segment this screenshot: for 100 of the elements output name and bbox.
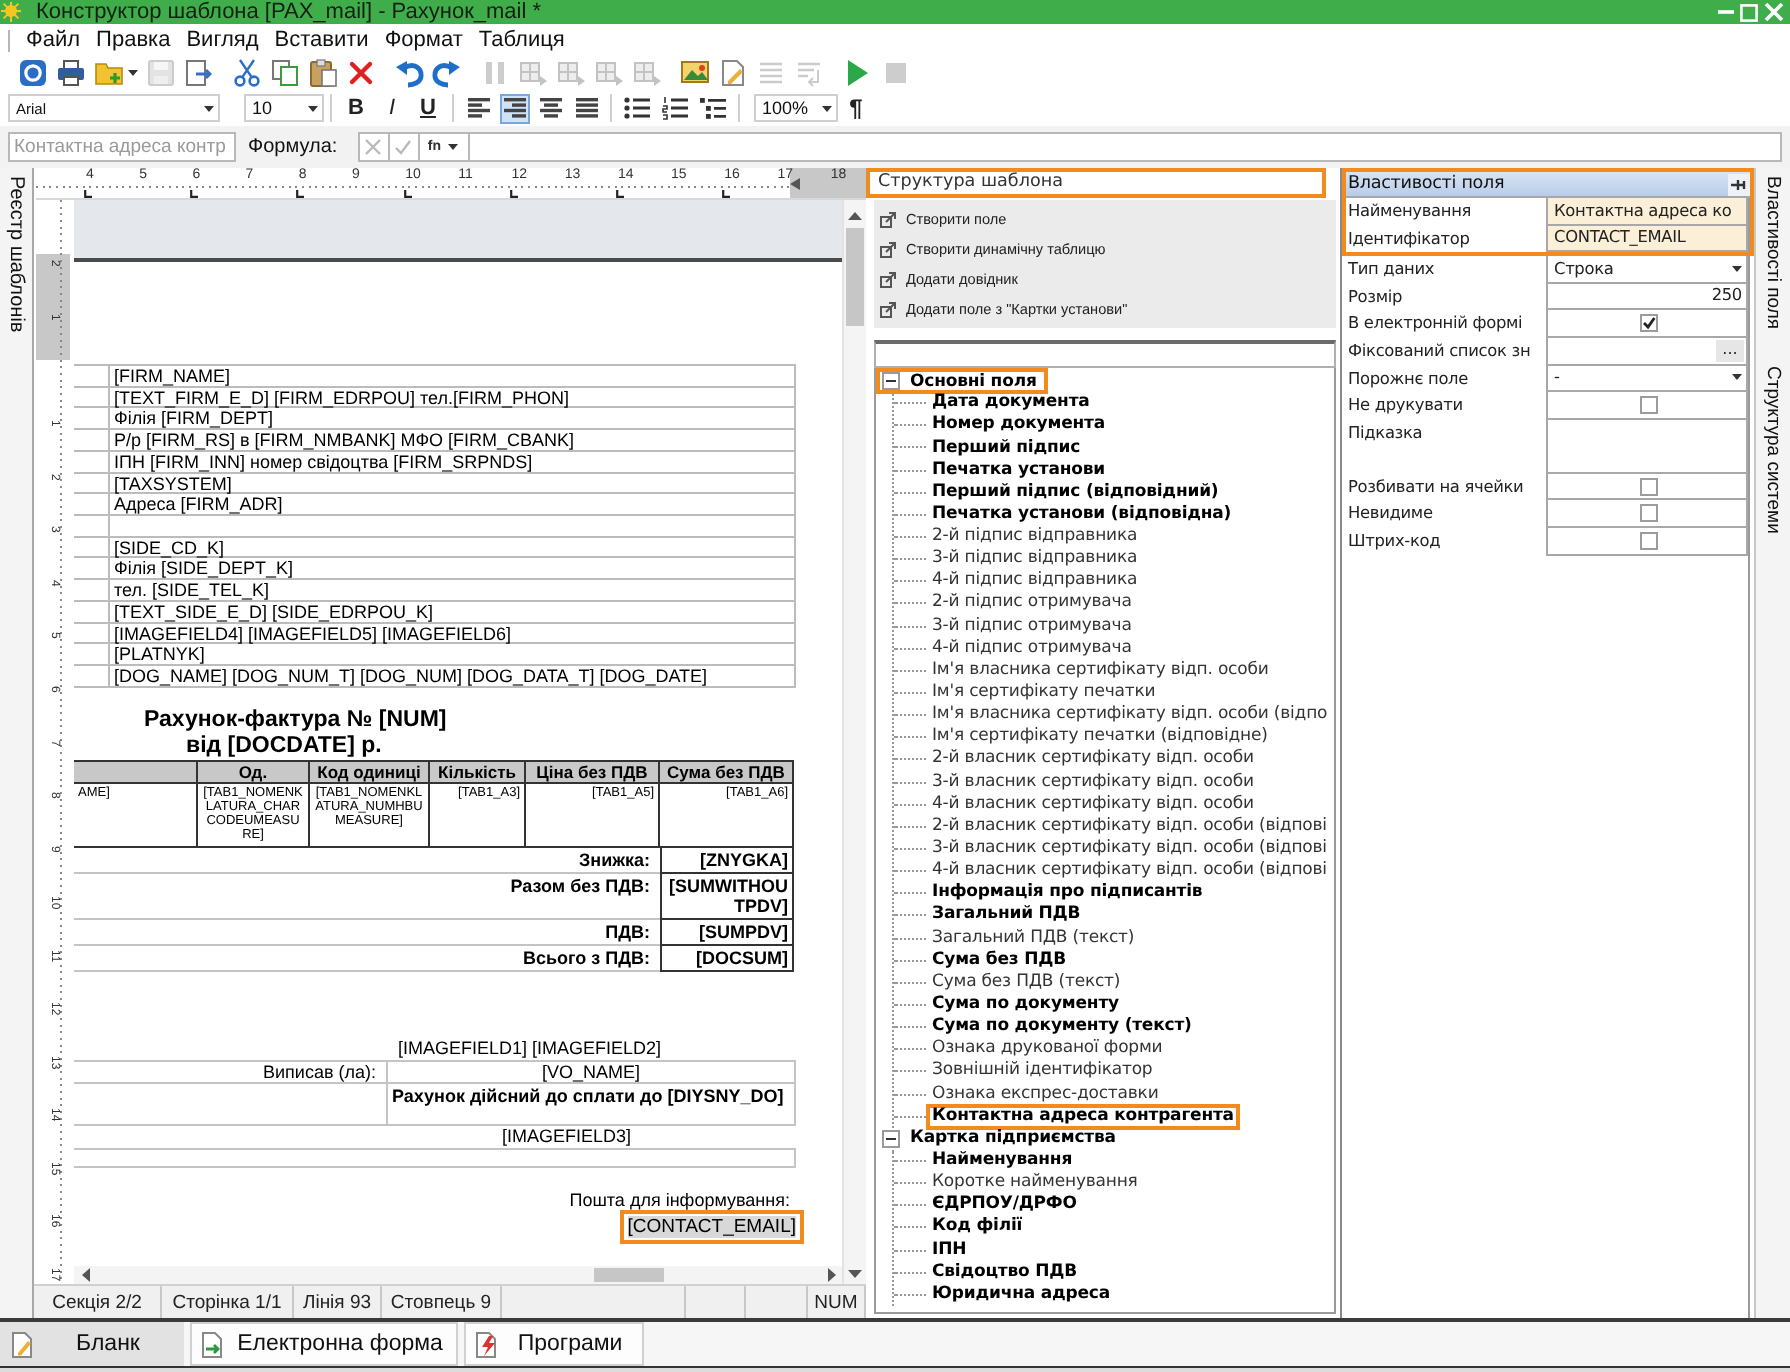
tree-item[interactable]: 4-й підпис отримувача xyxy=(926,635,1138,662)
tree-item[interactable]: 4-й власник сертифікату відп. особи (відпові xyxy=(926,858,1333,885)
zoom-dropdown[interactable]: 100% xyxy=(754,94,838,122)
property-field[interactable]: 250 xyxy=(1546,283,1748,311)
folder-icon[interactable] xyxy=(94,58,124,88)
bottom-tab[interactable]: Програми xyxy=(464,1322,644,1366)
collapse-icon[interactable] xyxy=(882,1129,900,1148)
tree-item[interactable]: Картка підприємства xyxy=(876,1125,1128,1152)
scissors-icon[interactable] xyxy=(232,58,262,88)
outline-list-icon[interactable] xyxy=(700,96,726,120)
menu-item[interactable]: Файл xyxy=(18,28,89,52)
bottom-tab[interactable]: Електронна форма xyxy=(190,1322,458,1366)
scroll-thumb[interactable] xyxy=(846,228,864,326)
lens-icon[interactable] xyxy=(18,58,48,88)
menu-item[interactable]: Правка xyxy=(88,28,179,52)
tree-item[interactable]: Ознака експрес-доставки xyxy=(926,1081,1165,1108)
pin-icon[interactable] xyxy=(1728,173,1750,195)
side-tab[interactable]: Властивості поля xyxy=(1762,176,1784,330)
tree-item[interactable]: Перший підпис (відповідний) xyxy=(926,479,1225,506)
checkbox[interactable] xyxy=(1639,477,1657,496)
redo-icon[interactable] xyxy=(432,58,462,88)
side-tab[interactable]: Структура системи xyxy=(1762,365,1784,533)
bottom-tab[interactable]: Бланк xyxy=(0,1322,184,1366)
side-tab[interactable]: Реєстр шаблонів xyxy=(5,176,27,333)
tree-item[interactable]: Зовнішній ідентифікатор xyxy=(926,1058,1159,1085)
menu-item[interactable]: Формат xyxy=(376,28,471,52)
italic-button[interactable]: I xyxy=(377,93,407,123)
tree-item[interactable]: Ім'я власника сертифікату відп. особи (відпо xyxy=(926,702,1334,729)
collapse-icon[interactable] xyxy=(882,372,900,391)
paragraph-button[interactable]: ¶ xyxy=(841,93,871,123)
menu-item[interactable]: Таблиця xyxy=(470,28,573,52)
align-right-button[interactable] xyxy=(499,93,529,123)
tree-item[interactable]: 4-й власник сертифікату відп. особи xyxy=(926,791,1260,818)
picture-icon[interactable] xyxy=(680,58,710,88)
scroll-thumb[interactable] xyxy=(594,1268,664,1282)
tree-item[interactable]: 2-й власник сертифікату відп. особи (відпові xyxy=(926,813,1333,840)
checkbox[interactable] xyxy=(1639,504,1657,523)
property-field[interactable]: Контактна адреса ко xyxy=(1546,198,1748,226)
tree-item[interactable]: Коротке найменування xyxy=(926,1170,1144,1197)
caret-icon[interactable] xyxy=(128,70,138,76)
close-icon[interactable] xyxy=(1764,2,1784,22)
tree-item[interactable]: Сума без ПДВ xyxy=(926,947,1072,974)
tree-item[interactable]: Сума без ПДВ (текст) xyxy=(926,969,1127,996)
clipboard-icon[interactable] xyxy=(308,58,338,88)
numbered-list-icon[interactable] xyxy=(662,96,688,120)
tree-item[interactable]: Печатка установи xyxy=(926,457,1112,484)
tree-item[interactable]: Сума по документу (текст) xyxy=(926,1014,1198,1041)
tree-item[interactable]: 2-й власник сертифікату відп. особи xyxy=(926,746,1260,773)
underline-button[interactable]: U xyxy=(413,93,443,123)
font-size-dropdown[interactable]: 10 xyxy=(244,94,324,122)
tree-item[interactable]: Основні поля xyxy=(876,368,1049,395)
tree-item[interactable]: 3-й власник сертифікату відп. особи xyxy=(926,769,1260,796)
tree-item[interactable]: ІПН xyxy=(926,1237,973,1264)
tree-item[interactable]: 3-й власник сертифікату відп. особи (відпові xyxy=(926,836,1333,863)
align-justify-button[interactable] xyxy=(571,93,601,123)
tree-item[interactable]: Юридична адреса xyxy=(926,1281,1116,1308)
checkbox[interactable] xyxy=(1639,314,1657,333)
tree-item[interactable]: 4-й підпис відправника xyxy=(926,568,1144,595)
page-arrow-icon[interactable] xyxy=(184,58,214,88)
menu-item[interactable]: Вигляд xyxy=(178,28,267,52)
menu-item[interactable]: Вставити xyxy=(266,28,377,52)
tree-item[interactable]: 2-й підпис відправника xyxy=(926,524,1144,551)
align-center-button[interactable] xyxy=(535,93,565,123)
tree-item[interactable]: Ознака друкованої форми xyxy=(926,1036,1169,1063)
tree-item[interactable]: 2-й підпис отримувача xyxy=(926,590,1138,617)
property-dropdown[interactable]: Строка xyxy=(1546,256,1748,284)
tree-item[interactable]: Інформація про підписантів xyxy=(926,880,1209,907)
bold-button[interactable]: B xyxy=(341,93,371,123)
right-arrow-icon[interactable] xyxy=(828,1268,836,1282)
bullet-list-icon[interactable] xyxy=(624,96,650,120)
tree-item[interactable]: Загальний ПДВ xyxy=(926,902,1087,929)
tree-item[interactable]: Сума по документу xyxy=(926,992,1125,1019)
tree-item[interactable]: Ім'я сертифікату печатки (відповідне) xyxy=(926,724,1274,751)
filter-field[interactable] xyxy=(874,340,1336,368)
ellipsis-button[interactable]: ... xyxy=(1716,339,1744,362)
tree-item[interactable]: 3-й підпис отримувача xyxy=(926,613,1138,640)
printer-icon[interactable] xyxy=(56,58,86,88)
tree-item[interactable]: Ім'я сертифікату печатки xyxy=(926,680,1162,707)
tree-item[interactable]: Найменування xyxy=(926,1148,1079,1174)
property-dropdown[interactable]: - xyxy=(1546,365,1748,393)
property-field[interactable]: CONTACT_EMAIL xyxy=(1546,225,1748,253)
tree-item[interactable]: Номер документа xyxy=(926,412,1111,439)
tree-item[interactable]: Свідоцтво ПДВ xyxy=(926,1259,1084,1286)
tree-item[interactable]: Дата документа xyxy=(926,390,1096,417)
left-arrow-icon[interactable] xyxy=(82,1268,90,1282)
tree-item[interactable]: Перший підпис xyxy=(926,435,1087,461)
formula-field[interactable] xyxy=(467,132,1782,162)
tree-item[interactable]: Загальний ПДВ (текст) xyxy=(926,925,1141,952)
copy-icon[interactable] xyxy=(270,58,300,88)
align-left-button[interactable] xyxy=(463,93,493,123)
tree-item[interactable]: ЄДРПОУ/ДРФО xyxy=(926,1192,1083,1219)
up-arrow-icon[interactable] xyxy=(848,212,862,220)
tree-item[interactable]: Код філії xyxy=(926,1214,1029,1241)
tree-item[interactable]: Контактна адреса контрагента xyxy=(926,1103,1240,1130)
tree-item[interactable]: 3-й підпис відправника xyxy=(926,546,1144,573)
tree-item[interactable]: Ім'я власника сертифікату відп. особи xyxy=(926,657,1275,684)
cross-icon[interactable] xyxy=(346,58,376,88)
maximize-icon[interactable] xyxy=(1740,3,1758,21)
text-area[interactable] xyxy=(1546,419,1748,474)
down-arrow-icon[interactable] xyxy=(848,1270,862,1278)
